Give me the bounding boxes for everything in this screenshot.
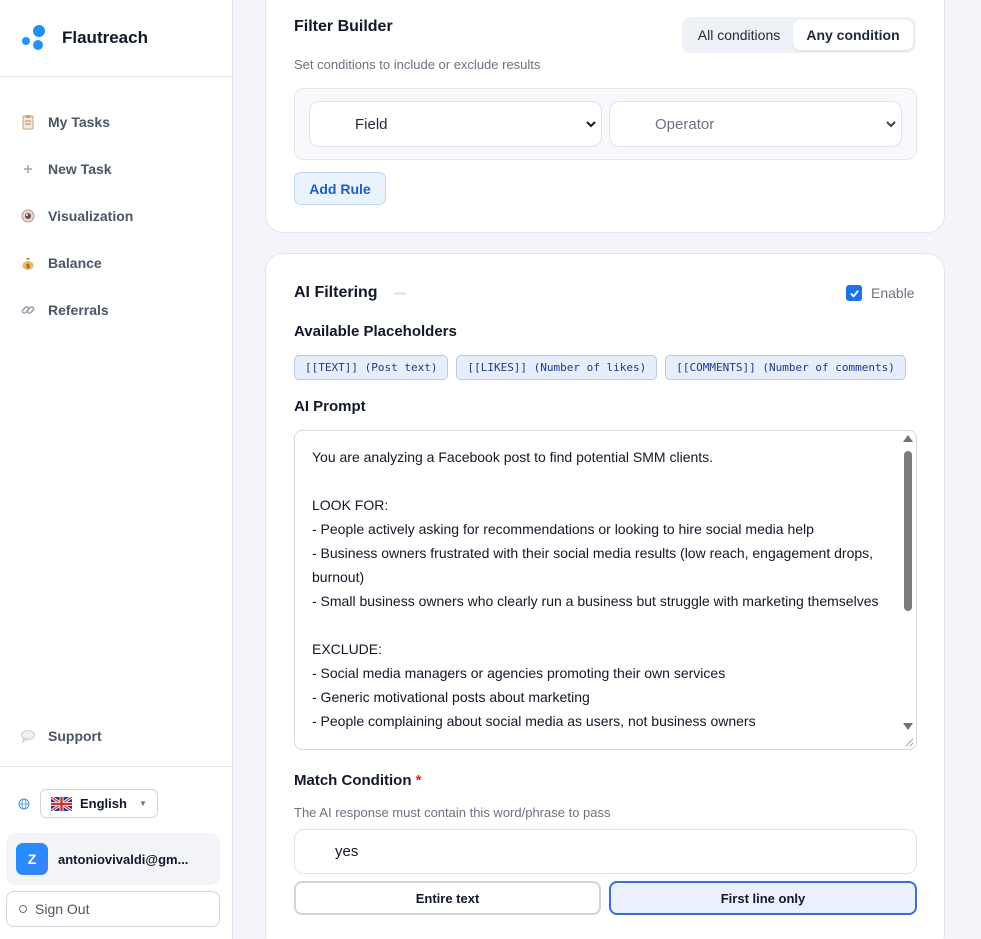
scroll-thumb[interactable] (904, 451, 912, 611)
operator-select-label: Operator (655, 115, 715, 133)
uk-flag-icon (51, 796, 72, 811)
sidebar-footer: English ▼ Z antoniovivaldi@gm... Sign Ou… (0, 766, 232, 927)
resize-handle-icon[interactable] (904, 737, 914, 747)
logo-icon (22, 25, 46, 51)
filter-builder-title: Filter Builder (294, 18, 393, 35)
enable-checkbox[interactable] (846, 285, 862, 301)
svg-text:$: $ (26, 263, 30, 270)
placeholder-chip-text[interactable]: [[TEXT]] (Post text) (294, 355, 449, 380)
globe-icon (18, 798, 30, 809)
operator-select[interactable]: Operator (609, 101, 902, 147)
filter-builder-card: Filter Builder Set conditions to include… (265, 0, 945, 233)
user-card[interactable]: Z antoniovivaldi@gm... (6, 833, 220, 885)
language-row: English ▼ (0, 767, 232, 818)
speech-bubble-icon (20, 728, 36, 744)
required-marker: * (415, 772, 422, 789)
match-condition-hint: The AI response must contain this word/p… (294, 805, 611, 820)
sidebar-item-balance[interactable]: $ Balance (0, 239, 232, 286)
sidebar-item-visualization[interactable]: Visualization (0, 192, 232, 239)
add-rule-button[interactable]: Add Rule (294, 172, 386, 205)
clipboard-icon (20, 114, 36, 130)
user-email: antoniovivaldi@gm... (58, 851, 189, 867)
sidebar-item-my-tasks[interactable]: My Tasks (0, 98, 232, 145)
entire-text-button[interactable]: Entire text (294, 881, 601, 915)
match-condition-title: Match Condition * (294, 772, 422, 789)
filter-builder-subtitle: Set conditions to include or exclude res… (294, 57, 541, 72)
chevron-down-icon: ▼ (138, 799, 147, 808)
eye-icon (20, 208, 36, 224)
sidebar-item-support[interactable]: Support (0, 712, 232, 759)
match-condition-label: Match Condition (294, 772, 412, 789)
first-line-only-button[interactable]: First line only (609, 881, 917, 915)
rule-row: Field Operator (294, 88, 917, 160)
placeholder-chips: [[TEXT]] (Post text) [[LIKES]] (Number o… (294, 355, 914, 380)
sidebar-item-label: New Task (48, 160, 112, 177)
any-condition-button[interactable]: Any condition (793, 20, 913, 50)
placeholder-chip-comments[interactable]: [[COMMENTS]] (Number of comments) (665, 355, 906, 380)
link-icon (20, 302, 36, 318)
app-name: Flautreach (62, 28, 148, 47)
chevron-down-icon (586, 121, 596, 128)
brand[interactable]: Flautreach (0, 0, 232, 77)
sign-out-button[interactable]: Sign Out (6, 891, 220, 927)
language-select[interactable]: English ▼ (40, 789, 158, 818)
match-condition-value: yes (335, 843, 359, 860)
scroll-down-icon[interactable] (903, 723, 913, 730)
all-conditions-button[interactable]: All conditions (685, 20, 793, 50)
sidebar-item-new-task[interactable]: New Task (0, 145, 232, 192)
status-indicator (394, 292, 406, 295)
sidebar-item-label: Visualization (48, 207, 134, 224)
ai-filtering-card: AI Filtering Enable Available Placeholde… (265, 253, 945, 939)
ai-prompt-text: You are analyzing a Facebook post to fin… (312, 449, 879, 729)
enable-label: Enable (871, 285, 915, 301)
sign-out-label: Sign Out (35, 901, 90, 917)
ai-prompt-textarea[interactable]: You are analyzing a Facebook post to fin… (294, 430, 917, 750)
ai-prompt-title: AI Prompt (294, 398, 366, 415)
sidebar-item-label: Referrals (48, 301, 109, 318)
avatar: Z (16, 843, 48, 875)
scroll-up-icon[interactable] (903, 435, 913, 442)
placeholder-chip-likes[interactable]: [[LIKES]] (Number of likes) (456, 355, 658, 380)
money-bag-icon: $ (20, 255, 36, 271)
sidebar-item-label: My Tasks (48, 113, 110, 130)
ai-filtering-title: AI Filtering (294, 284, 378, 301)
sidebar-item-referrals[interactable]: Referrals (0, 286, 232, 333)
enable-toggle[interactable]: Enable (846, 285, 915, 301)
language-label: English (80, 796, 127, 811)
sidebar-nav: My Tasks New Task Visualization $ Balanc… (0, 77, 232, 333)
sign-out-icon (19, 905, 27, 913)
chevron-down-icon (886, 121, 896, 128)
prompt-scrollbar[interactable] (902, 433, 914, 733)
check-icon (849, 289, 859, 298)
field-select-label: Field (355, 115, 388, 133)
placeholders-title: Available Placeholders (294, 323, 457, 340)
field-select[interactable]: Field (309, 101, 602, 147)
support-section: Support (0, 712, 232, 759)
sidebar: Flautreach My Tasks New Task Visualizati… (0, 0, 233, 939)
condition-mode-toggle: All conditions Any condition (682, 17, 916, 53)
sidebar-item-label: Balance (48, 254, 102, 271)
match-condition-input[interactable]: yes (294, 829, 917, 874)
plus-icon (20, 161, 36, 177)
sidebar-item-label: Support (48, 727, 102, 744)
